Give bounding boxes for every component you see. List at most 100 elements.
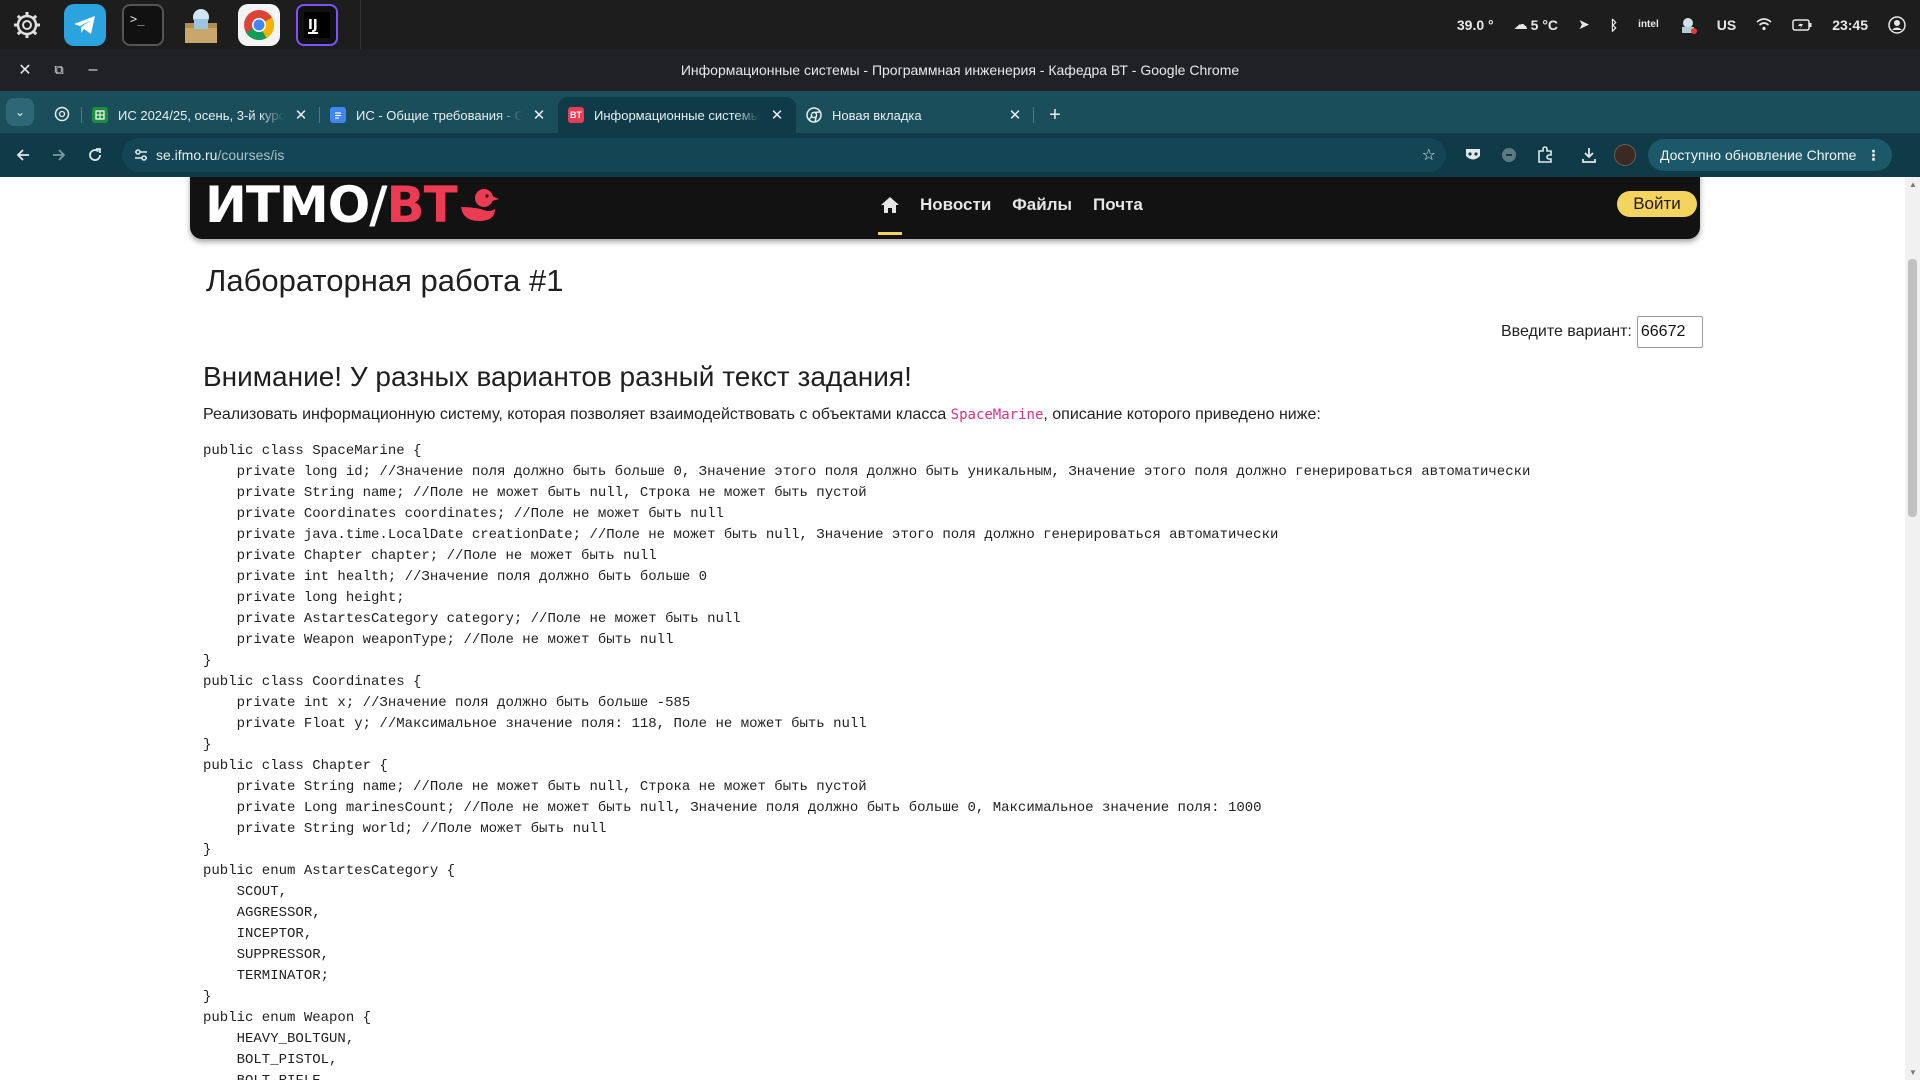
extension-disabled-button[interactable]	[1492, 138, 1526, 172]
weather-label: 5 °C	[1530, 16, 1559, 33]
terminal-app-icon[interactable]: >_	[122, 3, 164, 46]
close-tab-icon[interactable]: ✕	[768, 106, 786, 124]
dock: >_ IJ	[0, 0, 354, 49]
tab-search-button[interactable]: ⌄	[6, 98, 34, 126]
bookmark-star-icon[interactable]: ☆	[1422, 145, 1436, 165]
tab-label: Новая вкладка	[832, 107, 922, 123]
temperature-indicator[interactable]: 39.0 °	[1457, 17, 1494, 33]
task-intro: Реализовать информационную систему, кото…	[203, 406, 1321, 424]
intellij-idea-app-icon[interactable]: IJ	[296, 3, 338, 46]
variant-label: Введите вариант:	[1501, 323, 1632, 340]
variant-input[interactable]	[1636, 316, 1703, 348]
browser-toolbar: se.ifmo.ru/courses/is ☆ Доступно обновле…	[0, 133, 1920, 177]
chrome-app-icon[interactable]	[238, 3, 280, 46]
chevron-down-icon: ⌄	[14, 105, 26, 119]
tab-pinned-openai[interactable]	[42, 97, 82, 133]
nav-active-indicator	[878, 232, 902, 235]
variant-warning-heading: Внимание! У разных вариантов разный текс…	[203, 361, 912, 392]
downloads-button[interactable]	[1572, 138, 1606, 172]
puzzle-icon	[1538, 146, 1552, 163]
login-button[interactable]: Войти	[1617, 191, 1697, 217]
site-nav-links: Новости Файлы Почта	[878, 177, 1164, 239]
page-title: Лабораторная работа #1	[206, 263, 564, 298]
close-window-icon[interactable]: ✕	[8, 55, 42, 85]
reload-icon	[89, 148, 101, 161]
url-text[interactable]: se.ifmo.ru/courses/is	[156, 147, 284, 163]
close-tab-icon[interactable]: ✕	[292, 106, 310, 124]
class-definition-code-block: public class SpaceMarine { private long …	[203, 443, 1531, 1080]
extension-mask-button[interactable]	[1456, 138, 1490, 172]
extensions-button[interactable]	[1528, 138, 1562, 172]
openai-icon	[54, 106, 70, 125]
weather-indicator[interactable]: ☁ 5 °C	[1514, 16, 1558, 33]
download-icon	[1582, 148, 1596, 163]
variant-field: Введите вариант:	[1501, 316, 1703, 348]
chrome-icon	[806, 107, 822, 123]
dock-separator	[360, 0, 361, 49]
nav-news[interactable]: Новости	[920, 195, 991, 215]
sheets-icon	[92, 107, 108, 123]
tab-divider	[1033, 107, 1034, 123]
telegram-app-icon[interactable]	[64, 3, 106, 46]
intel-icon[interactable]: intel	[1638, 19, 1659, 30]
new-tab-button[interactable]: +	[1040, 100, 1070, 130]
reload-button[interactable]	[78, 138, 112, 172]
bluetooth-icon[interactable]: ᛒ	[1610, 17, 1618, 33]
svg-text:IJ: IJ	[308, 18, 318, 33]
url-path: /courses/is	[217, 147, 285, 163]
nav-home[interactable]	[878, 177, 902, 239]
files-app-icon[interactable]	[180, 4, 222, 46]
tab-label: ИС 2024/25, осень, 3-й курс	[118, 107, 284, 123]
site-logo[interactable]: ИTMO/ BT	[205, 177, 499, 234]
logo-vt-text: BT	[386, 177, 457, 234]
arrow-right-icon	[53, 149, 66, 161]
tab-docs[interactable]: ИС - Общие требования - Google Документы…	[320, 97, 558, 133]
extension-circle-icon	[1502, 148, 1516, 162]
tab-active-is[interactable]: BT Информационные системы ✕	[558, 97, 796, 133]
home-icon	[881, 197, 899, 213]
settings-app-icon[interactable]	[6, 4, 48, 46]
tab-sheets[interactable]: ИС 2024/25, осень, 3-й курс ✕	[82, 97, 320, 133]
wifi-icon[interactable]	[1756, 18, 1772, 31]
page-scrollbar[interactable]: ▲ ▼	[1905, 177, 1920, 1080]
window-title: Информационные системы - Программная инж…	[680, 62, 1240, 78]
tab-label: ИС - Общие требования - Google Документы	[356, 107, 522, 123]
toolbar-actions: Доступно обновление Chrome ⋮	[1454, 133, 1893, 177]
update-label: Доступно обновление Chrome	[1660, 147, 1857, 163]
telegram-tray-icon[interactable]: ➤	[1578, 16, 1590, 33]
forward-button[interactable]	[42, 138, 76, 172]
scroll-up-icon[interactable]: ▲	[1909, 180, 1917, 189]
scroll-down-icon[interactable]: ▼	[1909, 1068, 1917, 1077]
tab-strip: ⌄ ИС 2024/25, осень, 3-й курс ✕ ИС - Общ…	[0, 91, 1920, 133]
nav-mail[interactable]: Почта	[1093, 195, 1143, 215]
intro-text-end: , описание которого приведено ниже:	[1043, 406, 1321, 423]
restore-window-icon[interactable]: ⧉	[42, 55, 76, 85]
close-tab-icon[interactable]: ✕	[1006, 106, 1024, 124]
keyboard-layout[interactable]: US	[1717, 17, 1736, 33]
page-viewport: ИTMO/ BT Новости Файлы Почта Войти Лабор…	[0, 177, 1905, 1080]
user-menu-icon[interactable]	[1888, 15, 1906, 34]
site-navbar: ИTMO/ BT Новости Файлы Почта Войти	[190, 177, 1700, 239]
profile-avatar[interactable]	[1614, 144, 1636, 166]
logo-itmo-text: ИTMO/	[205, 177, 387, 234]
cloud-icon: ☁	[1513, 16, 1528, 32]
chrome-update-button[interactable]: Доступно обновление Chrome ⋮	[1648, 139, 1893, 171]
battery-icon[interactable]	[1792, 18, 1812, 31]
nav-files[interactable]: Файлы	[1012, 195, 1072, 215]
more-vert-icon: ⋮	[1866, 146, 1881, 163]
minimize-window-icon[interactable]: –	[76, 55, 110, 85]
window-controls: ✕ ⧉ –	[0, 55, 110, 85]
back-button[interactable]	[6, 138, 40, 172]
tab-label: Информационные системы	[594, 107, 760, 123]
clock[interactable]: 23:45	[1832, 17, 1868, 33]
site-settings-icon[interactable]	[126, 148, 156, 162]
browser-title-bar: Информационные системы - Программная инж…	[0, 49, 1920, 91]
docs-icon	[330, 107, 346, 123]
app-tray-avatar-icon[interactable]	[1679, 16, 1697, 34]
address-bar[interactable]: se.ifmo.ru/courses/is ☆	[122, 138, 1446, 172]
tab-new-tab[interactable]: Новая вкладка ✕	[796, 97, 1034, 133]
duck-logo-icon	[460, 189, 499, 221]
system-top-bar: >_ IJ 39.0 ° ☁ 5 °C ➤ ᛒ intel US 23:45	[0, 0, 1920, 49]
scrollbar-thumb[interactable]	[1908, 259, 1917, 517]
close-tab-icon[interactable]: ✕	[530, 106, 548, 124]
